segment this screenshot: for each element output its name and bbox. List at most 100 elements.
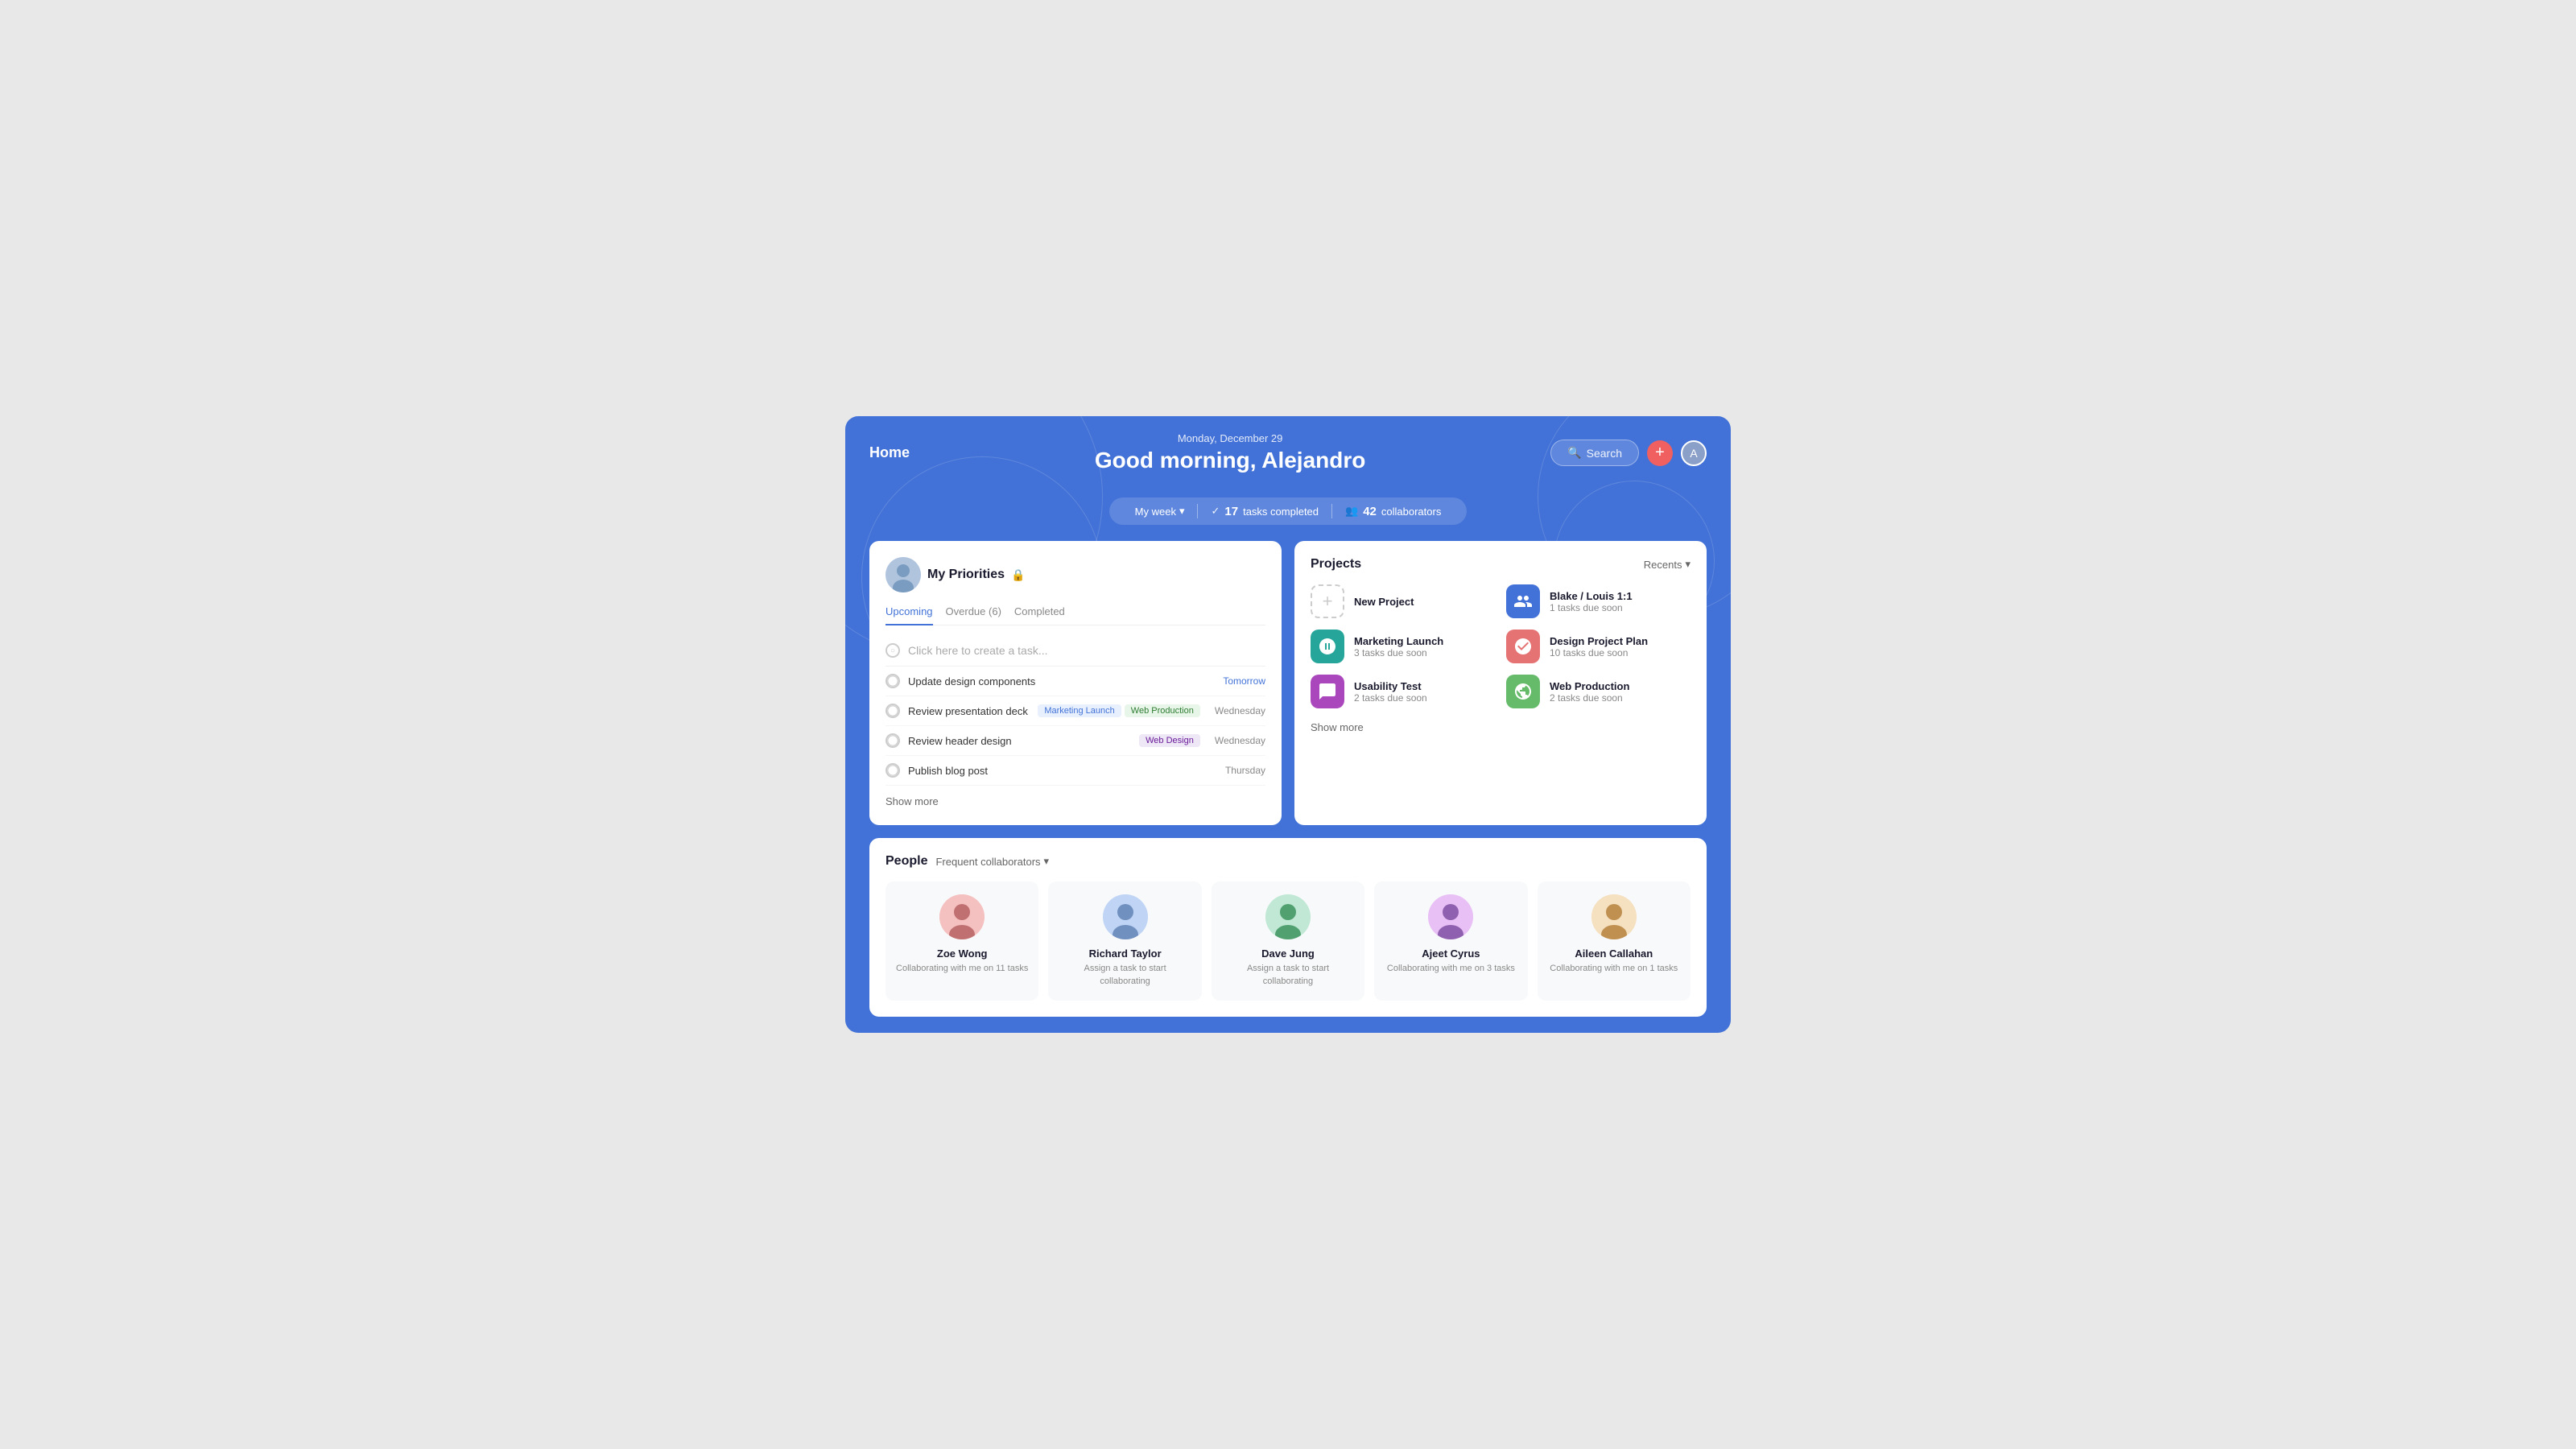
stats-bar: My week ▾ ✓ 17 tasks completed 👥 42 coll… [1109,497,1468,525]
checkmark-icon: ✓ [1211,505,1220,518]
new-project-icon: + [1311,584,1344,618]
person-name-aileen: Aileen Callahan [1547,947,1681,960]
projects-card: Projects Recents ▾ + New Project [1294,541,1707,825]
person-name-dave: Dave Jung [1221,947,1355,960]
person-card-richard[interactable]: Richard Taylor Assign a task to start co… [1048,881,1201,1001]
tasks-completed-stat: ✓ 17 tasks completed [1198,505,1331,518]
task-date-2: Wednesday [1215,705,1265,716]
project-item-web[interactable]: Web Production 2 tasks due soon [1506,675,1690,708]
projects-header: Projects Recents ▾ [1311,557,1690,572]
collaborators-filter[interactable]: Frequent collaborators ▾ [935,855,1049,868]
task-tags-2: Marketing Launch Web Production [1038,704,1200,717]
caret-down-icon: ▾ [1179,505,1185,518]
page-title: Home [869,444,910,461]
avatar-zoe [939,894,985,939]
user-avatar[interactable]: A [1681,440,1707,466]
task-check-1 [886,674,900,688]
content-grid: My Priorities 🔒 Upcoming Overdue (6) Com… [869,541,1707,825]
task-check-3 [886,733,900,748]
add-button[interactable]: + [1647,440,1673,466]
project-info-design: Design Project Plan 10 tasks due soon [1550,635,1648,658]
projects-title: Projects [1311,557,1361,572]
search-button[interactable]: 🔍 Search [1550,440,1639,466]
person-card-zoe[interactable]: Zoe Wong Collaborating with me on 11 tas… [886,881,1038,1001]
tab-completed[interactable]: Completed [1014,605,1065,625]
tag-web-production: Web Production [1125,704,1200,717]
project-item-blake[interactable]: Blake / Louis 1:1 1 tasks due soon [1506,584,1690,618]
task-date-3: Wednesday [1215,735,1265,746]
project-tasks-marketing: 3 tasks due soon [1354,647,1443,658]
task-item-1[interactable]: Update design components Tomorrow [886,667,1265,696]
task-check-4 [886,763,900,778]
tasks-completed-number: 17 [1224,505,1238,518]
header-date: Monday, December 29 [1095,432,1366,444]
project-tasks-usability: 2 tasks due soon [1354,692,1427,704]
avatar-ajeet [1428,894,1473,939]
week-selector[interactable]: My week ▾ [1122,505,1198,518]
person-desc-zoe: Collaborating with me on 11 tasks [895,963,1029,975]
person-desc-richard: Assign a task to start collaborating [1058,963,1191,988]
project-info-blake: Blake / Louis 1:1 1 tasks due soon [1550,590,1633,613]
person-card-aileen[interactable]: Aileen Callahan Collaborating with me on… [1538,881,1690,1001]
project-name-usability: Usability Test [1354,680,1427,692]
priorities-card: My Priorities 🔒 Upcoming Overdue (6) Com… [869,541,1282,825]
people-icon: 👥 [1345,505,1358,518]
collaborators-number: 42 [1363,505,1377,518]
avatar-svg [886,557,921,592]
project-info-web: Web Production 2 tasks due soon [1550,680,1629,704]
avatar-aileen [1591,894,1637,939]
people-header: People Frequent collaborators ▾ [886,854,1690,869]
collab-caret-icon: ▾ [1044,855,1050,868]
create-task-icon: ○ [886,643,900,658]
project-icon-usability [1311,675,1344,708]
priorities-show-more[interactable]: Show more [886,795,939,807]
search-icon: 🔍 [1567,446,1581,460]
task-date-1: Tomorrow [1223,675,1265,687]
person-card-dave[interactable]: Dave Jung Assign a task to start collabo… [1212,881,1364,1001]
projects-grid: + New Project Blake / Louis 1:1 1 tasks … [1311,584,1690,708]
main-content: My Priorities 🔒 Upcoming Overdue (6) Com… [845,525,1731,1033]
create-task-label: Click here to create a task... [908,644,1048,657]
week-label: My week [1135,506,1176,518]
task-name-4: Publish blog post [908,765,1211,777]
priorities-avatar [886,557,921,592]
task-item-2[interactable]: Review presentation deck Marketing Launc… [886,696,1265,726]
header-greeting: Good morning, Alejandro [1095,448,1366,473]
new-project-item[interactable]: + New Project [1311,584,1495,618]
avatar-initials: A [1690,447,1697,460]
header-actions: 🔍 Search + A [1550,440,1707,466]
task-item-3[interactable]: Review header design Web Design Wednesda… [886,726,1265,756]
tag-web-design: Web Design [1139,734,1200,747]
avatar-dave [1265,894,1311,939]
new-project-info: New Project [1354,596,1414,608]
people-grid: Zoe Wong Collaborating with me on 11 tas… [886,881,1690,1001]
project-icon-design [1506,630,1540,663]
people-card: People Frequent collaborators ▾ [869,838,1707,1017]
person-name-zoe: Zoe Wong [895,947,1029,960]
projects-show-more[interactable]: Show more [1311,721,1364,733]
project-info-marketing: Marketing Launch 3 tasks due soon [1354,635,1443,658]
collaborators-stat: 👥 42 collaborators [1332,505,1454,518]
task-name-1: Update design components [908,675,1208,687]
project-tasks-blake: 1 tasks due soon [1550,602,1633,613]
lock-icon: 🔒 [1011,568,1025,582]
app-container: Home Monday, December 29 Good morning, A… [845,416,1731,1033]
recents-selector[interactable]: Recents ▾ [1644,558,1690,571]
new-project-name: New Project [1354,596,1414,608]
person-card-ajeet[interactable]: Ajeet Cyrus Collaborating with me on 3 t… [1374,881,1527,1001]
project-icon-marketing [1311,630,1344,663]
project-item-design[interactable]: Design Project Plan 10 tasks due soon [1506,630,1690,663]
priorities-tabs: Upcoming Overdue (6) Completed [886,605,1265,625]
tab-upcoming[interactable]: Upcoming [886,605,933,625]
task-item-4[interactable]: Publish blog post Thursday [886,756,1265,786]
project-item-marketing[interactable]: Marketing Launch 3 tasks due soon [1311,630,1495,663]
project-tasks-web: 2 tasks due soon [1550,692,1629,704]
task-name-3: Review header design [908,735,1131,747]
create-task[interactable]: ○ Click here to create a task... [886,635,1265,667]
task-name-2: Review presentation deck [908,705,1030,717]
task-date-4: Thursday [1225,765,1265,776]
project-icon-web [1506,675,1540,708]
search-label: Search [1587,447,1622,460]
tab-overdue[interactable]: Overdue (6) [946,605,1001,625]
project-item-usability[interactable]: Usability Test 2 tasks due soon [1311,675,1495,708]
